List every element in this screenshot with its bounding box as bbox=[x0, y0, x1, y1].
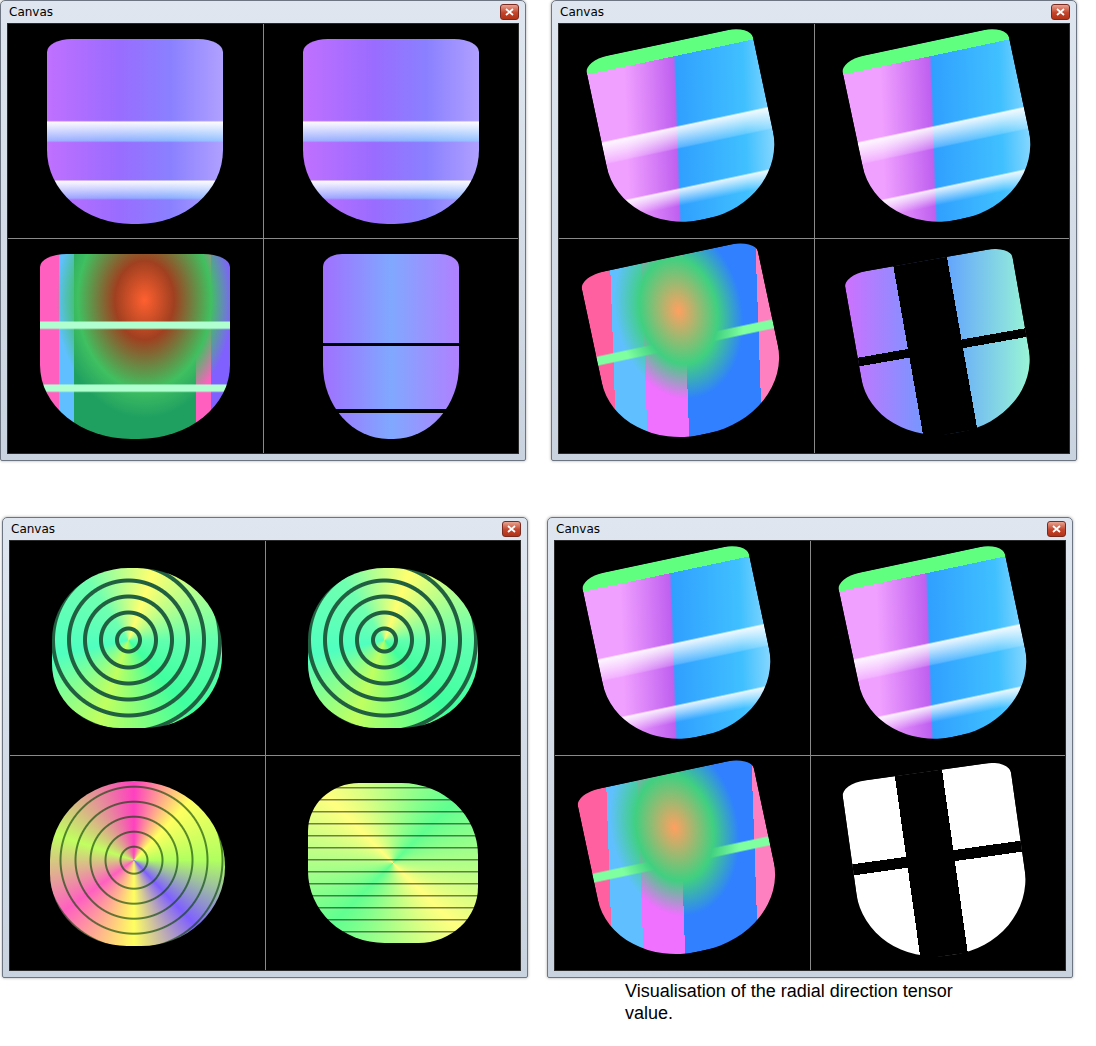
view-pane[interactable] bbox=[264, 239, 519, 453]
rendered-heart bbox=[50, 781, 225, 946]
close-icon bbox=[507, 525, 516, 533]
view-pane[interactable] bbox=[811, 756, 1066, 970]
rendered-heart bbox=[841, 760, 1035, 967]
rendered-heart bbox=[843, 245, 1041, 447]
view-pane[interactable] bbox=[10, 541, 265, 755]
rendered-heart bbox=[47, 39, 223, 224]
rendered-heart bbox=[40, 254, 230, 439]
close-icon bbox=[1056, 8, 1065, 16]
rendered-heart bbox=[323, 254, 459, 439]
title-bar[interactable]: Canvas bbox=[554, 518, 1066, 540]
view-pane[interactable] bbox=[815, 239, 1070, 453]
canvas-window[interactable]: Canvas bbox=[2, 517, 528, 978]
view-pane[interactable] bbox=[815, 24, 1070, 238]
window-title: Canvas bbox=[560, 4, 604, 20]
close-button[interactable] bbox=[500, 4, 519, 20]
title-bar[interactable]: Canvas bbox=[9, 518, 521, 540]
close-icon bbox=[505, 8, 514, 16]
close-button[interactable] bbox=[502, 521, 521, 537]
rendered-heart bbox=[580, 239, 793, 452]
rendered-heart bbox=[303, 39, 479, 224]
view-pane[interactable] bbox=[559, 24, 814, 238]
view-pane[interactable] bbox=[811, 541, 1066, 755]
canvas-window[interactable]: Canvas bbox=[547, 517, 1073, 978]
rendered-heart bbox=[584, 25, 788, 236]
rendered-heart bbox=[580, 542, 784, 753]
window-title: Canvas bbox=[9, 4, 53, 20]
rendered-heart bbox=[308, 568, 478, 728]
view-pane[interactable] bbox=[266, 541, 521, 755]
view-pane[interactable] bbox=[264, 24, 519, 238]
rendered-heart bbox=[308, 783, 478, 943]
rendered-heart bbox=[836, 542, 1040, 753]
rendered-heart bbox=[576, 756, 789, 969]
view-pane[interactable] bbox=[8, 239, 263, 453]
view-pane[interactable] bbox=[266, 756, 521, 970]
render-viewport[interactable] bbox=[9, 540, 521, 971]
title-bar[interactable]: Canvas bbox=[558, 1, 1070, 23]
rendered-heart bbox=[840, 25, 1044, 236]
view-pane[interactable] bbox=[559, 239, 814, 453]
close-button[interactable] bbox=[1051, 4, 1070, 20]
close-icon bbox=[1052, 525, 1061, 533]
render-viewport[interactable] bbox=[7, 23, 519, 454]
rendered-heart bbox=[52, 568, 222, 728]
view-pane[interactable] bbox=[8, 24, 263, 238]
close-button[interactable] bbox=[1047, 521, 1066, 537]
canvas-window[interactable]: Canvas bbox=[0, 0, 526, 461]
view-pane[interactable] bbox=[555, 756, 810, 970]
render-viewport[interactable] bbox=[554, 540, 1066, 971]
render-viewport[interactable] bbox=[558, 23, 1070, 454]
view-pane[interactable] bbox=[555, 541, 810, 755]
caption-text: Visualisation of the radial direction te… bbox=[625, 980, 985, 1024]
view-pane[interactable] bbox=[10, 756, 265, 970]
canvas-window[interactable]: Canvas bbox=[551, 0, 1077, 461]
window-title: Canvas bbox=[11, 521, 55, 537]
title-bar[interactable]: Canvas bbox=[7, 1, 519, 23]
window-title: Canvas bbox=[556, 521, 600, 537]
